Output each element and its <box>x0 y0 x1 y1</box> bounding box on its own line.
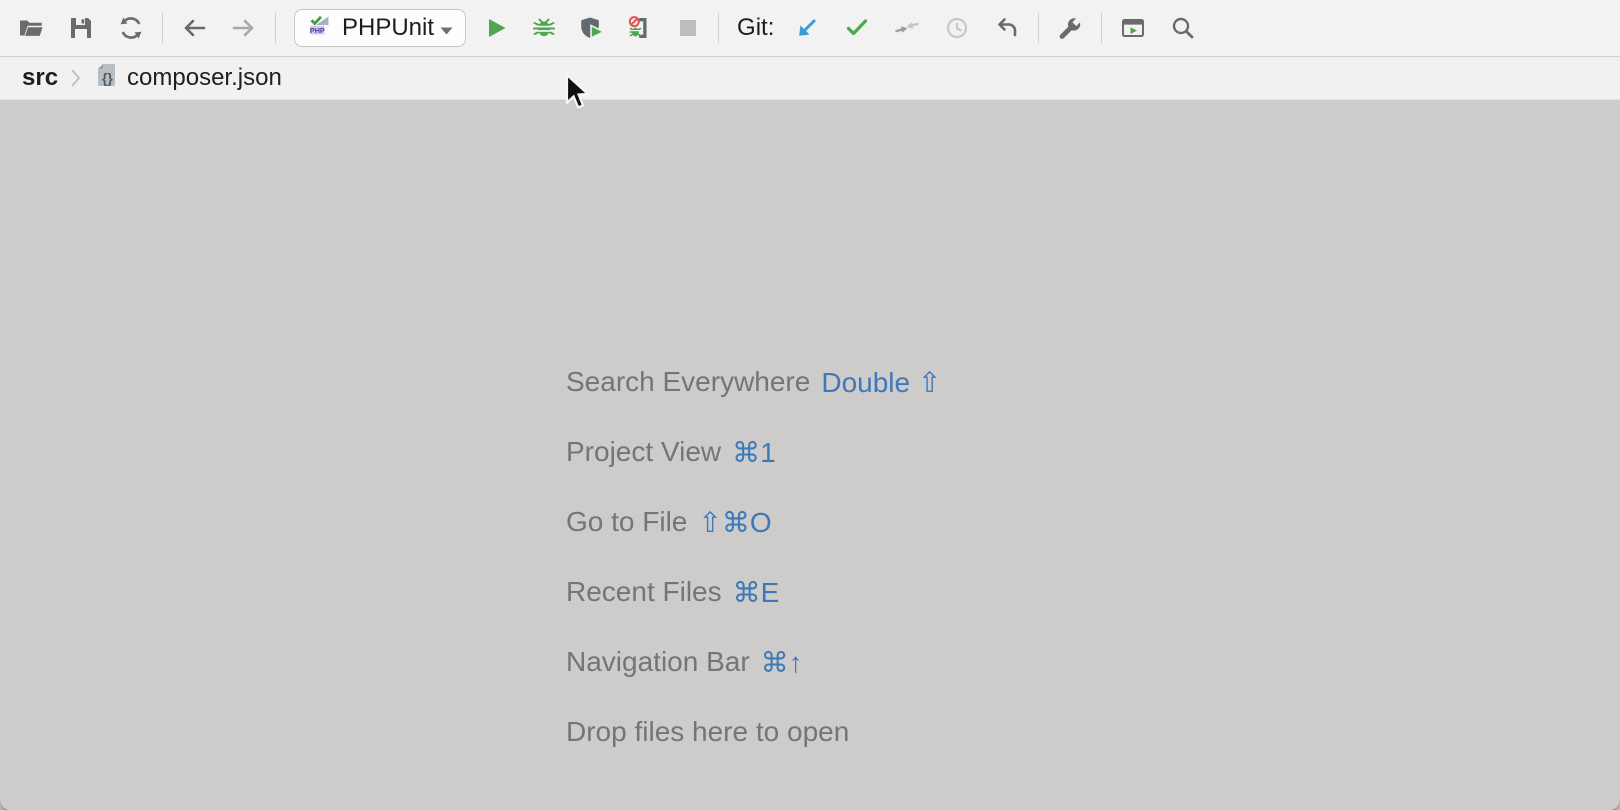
search-icon <box>1169 14 1197 42</box>
breadcrumb-file-label: composer.json <box>127 64 282 92</box>
run-anything-icon <box>1119 14 1147 42</box>
hint-navigation-bar: Navigation Bar ⌘↑ <box>566 627 941 697</box>
git-update-project-button[interactable] <box>782 5 832 51</box>
php-debug-listen-icon <box>626 14 654 42</box>
commit-icon <box>843 14 871 42</box>
hint-go-to-file: Go to File ⇧⌘O <box>566 487 941 557</box>
debug-button[interactable] <box>520 5 568 51</box>
toolbar-divider <box>718 13 719 43</box>
sync-button[interactable] <box>106 5 156 51</box>
rollback-icon <box>993 14 1021 42</box>
git-commit-button[interactable] <box>832 5 882 51</box>
editor-surface[interactable]: Search Everywhere Double ⇧ Project View … <box>0 100 1620 810</box>
breadcrumb-item-file[interactable]: {} composer.json <box>94 61 282 96</box>
run-configuration-label: PHPUnit <box>342 14 434 42</box>
run-with-coverage-button[interactable] <box>568 5 616 51</box>
hint-drop-files: Drop files here to open <box>566 697 941 767</box>
toolbar-divider <box>162 13 163 43</box>
hint-project-view: Project View ⌘1 <box>566 417 941 487</box>
open-folder-icon <box>17 14 45 42</box>
settings-wrench-icon <box>1056 14 1084 42</box>
chevron-right-icon <box>70 67 82 89</box>
svg-text:{}: {} <box>102 70 113 86</box>
git-history-button[interactable] <box>932 5 982 51</box>
chevron-down-icon <box>440 14 453 42</box>
toolbar-divider <box>1101 13 1102 43</box>
forward-arrow-icon <box>230 14 258 42</box>
run-with-coverage-icon <box>578 14 606 42</box>
update-project-icon <box>793 14 821 42</box>
hint-search-everywhere: Search Everywhere Double ⇧ <box>566 347 941 417</box>
ide-window: PHP PHPUnit <box>0 0 1620 810</box>
forward-button[interactable] <box>219 5 269 51</box>
php-debug-listen-button[interactable] <box>616 5 664 51</box>
git-rollback-button[interactable] <box>982 5 1032 51</box>
history-icon <box>943 14 971 42</box>
git-section-label: Git: <box>737 14 774 42</box>
sync-icon <box>117 14 145 42</box>
run-icon <box>482 14 510 42</box>
search-everywhere-button[interactable] <box>1158 5 1208 51</box>
debug-icon <box>530 14 558 42</box>
stop-icon <box>674 14 702 42</box>
phpunit-icon: PHP <box>307 12 332 44</box>
back-arrow-icon <box>180 14 208 42</box>
hint-recent-files: Recent Files ⌘E <box>566 557 941 627</box>
back-button[interactable] <box>169 5 219 51</box>
shortcut-hints: Search Everywhere Double ⇧ Project View … <box>566 347 941 767</box>
run-button[interactable] <box>472 5 520 51</box>
toolbar-divider <box>275 13 276 43</box>
save-all-icon <box>67 14 95 42</box>
merge-icon <box>893 14 921 42</box>
main-toolbar: PHP PHPUnit <box>0 0 1620 57</box>
breadcrumb-item-src[interactable]: src <box>22 64 58 92</box>
stop-button[interactable] <box>664 5 712 51</box>
run-anything-button[interactable] <box>1108 5 1158 51</box>
open-folder-button[interactable] <box>6 5 56 51</box>
run-configuration-select[interactable]: PHP PHPUnit <box>294 9 466 47</box>
toolbar-divider <box>1038 13 1039 43</box>
breadcrumb: src {} composer.json <box>0 57 1620 100</box>
settings-wrench-button[interactable] <box>1045 5 1095 51</box>
json-file-icon: {} <box>94 61 127 96</box>
save-all-button[interactable] <box>56 5 106 51</box>
git-merge-button[interactable] <box>882 5 932 51</box>
svg-text:PHP: PHP <box>310 26 325 35</box>
